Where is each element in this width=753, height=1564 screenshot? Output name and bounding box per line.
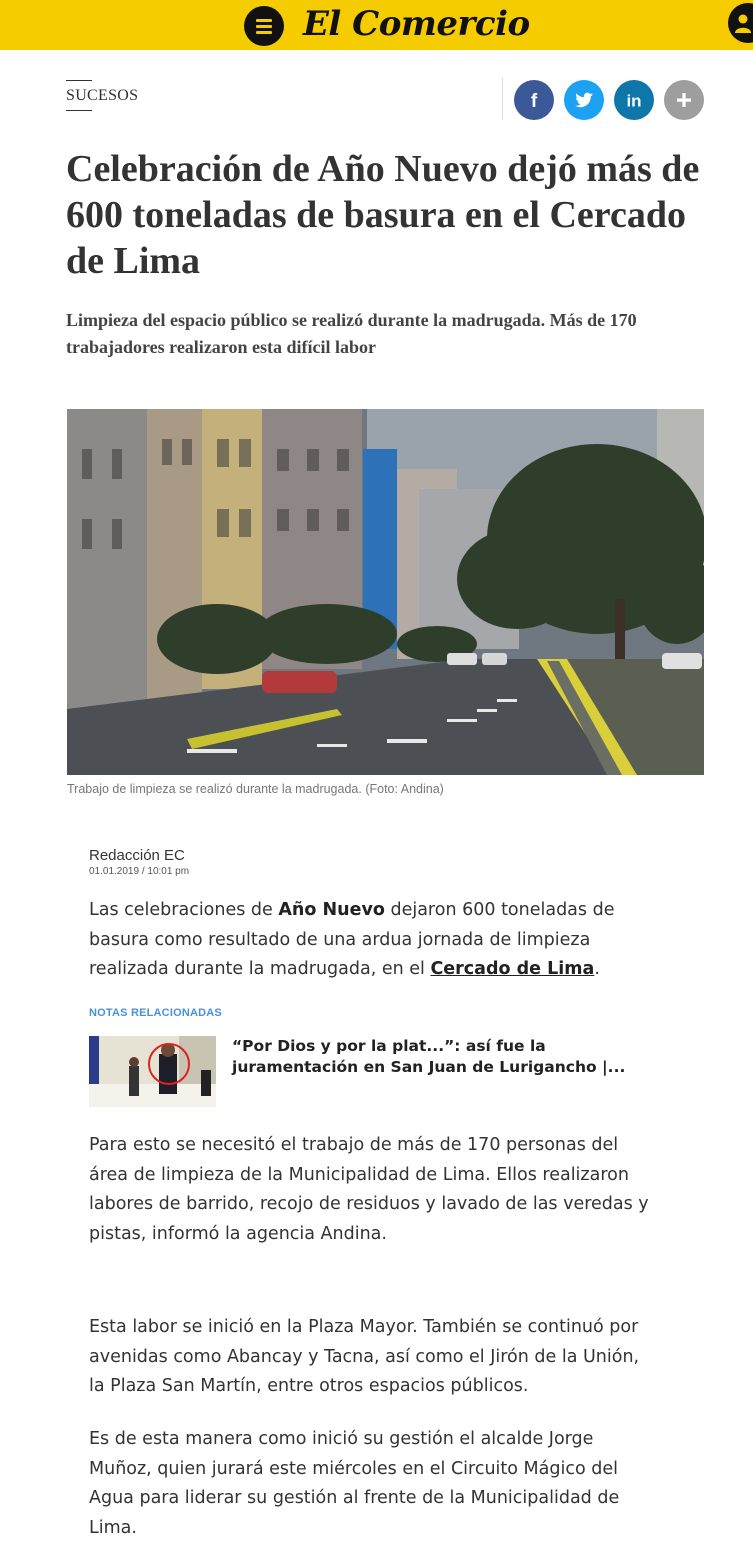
facebook-icon: f [531,91,538,112]
top-bar: El Comercio [0,0,753,50]
article-headline: Celebración de Año Nuevo dejó más de 600… [66,148,700,282]
article-paragraph-3: Esta labor se inició en la Plaza Mayor. … [89,1317,640,1396]
linkedin-share-button[interactable]: in [614,80,654,120]
svg-text:f: f [531,91,538,112]
svg-text:in: in [626,92,641,111]
article-paragraph-2: Para esto se necesitó el trabajo de más … [89,1135,649,1244]
publish-date: 01.01.2019 / 10:01 pm [89,866,190,877]
share-divider [502,78,503,120]
more-share-button[interactable] [664,80,704,120]
related-notes-label: NOTAS RELACIONADAS [89,1007,222,1019]
related-note-thumbnail[interactable] [89,1036,216,1107]
paragraph-text: . [594,959,600,979]
user-icon[interactable] [728,3,753,43]
hamburger-menu-icon[interactable] [244,6,284,46]
author-name[interactable]: Redacción EC [89,847,185,864]
section-label[interactable]: SUCESOS [66,81,138,110]
bold-term: Año Nuevo [278,900,385,920]
image-caption: Trabajo de limpieza se realizó durante l… [67,782,444,796]
section-rule-bottom [66,110,92,111]
related-note-title[interactable]: “Por Dios y por la plat...”: así fue la … [232,1036,642,1078]
article-dek: Limpieza del espacio público se realizó … [66,310,637,357]
plus-icon [677,93,691,107]
facebook-share-button[interactable]: f [514,80,554,120]
twitter-icon [575,92,593,108]
hero-image [67,409,704,775]
article-paragraph-4: Es de esta manera como inició su gestión… [89,1429,620,1538]
twitter-share-button[interactable] [564,80,604,120]
section-tag[interactable]: SUCESOS [66,80,138,111]
paragraph-text: Las celebraciones de [89,900,279,920]
site-logo[interactable]: El Comercio [303,2,530,46]
linkedin-icon: in [626,92,641,111]
article-paragraph-1: Las celebraciones de Año Nuevo dejaron 6… [89,896,659,985]
cercado-de-lima-link[interactable]: Cercado de Lima [430,959,594,979]
